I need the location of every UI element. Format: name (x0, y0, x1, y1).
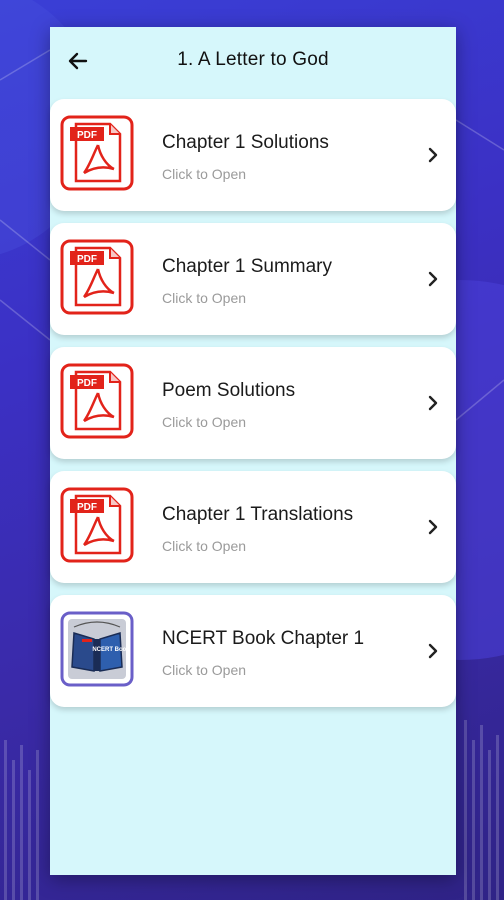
top-app-bar: 1. A Letter to God (50, 27, 456, 95)
pdf-label: PDF (77, 130, 97, 141)
item-title: NCERT Book Chapter 1 (162, 628, 365, 649)
item-title: Chapter 1 Translations (162, 504, 354, 525)
chevron-right-icon (428, 643, 438, 659)
book-label: NCERT Book (92, 647, 130, 653)
item-subtitle: Click to Open (162, 290, 247, 306)
item-subtitle: Click to Open (162, 538, 247, 554)
main-panel: 1. A Letter to God PDF Chapter 1 Solutio… (50, 27, 456, 875)
list-item-chapter-1-translations[interactable]: PDF Chapter 1 Translations Click to Open (50, 471, 456, 583)
item-title: Poem Solutions (162, 380, 296, 401)
pdf-icon: PDF (60, 363, 134, 439)
item-subtitle: Click to Open (162, 662, 247, 678)
item-subtitle: Click to Open (162, 166, 247, 182)
list-item-chapter-1-solutions[interactable]: PDF Chapter 1 Solutions Click to Open (50, 99, 456, 211)
chevron-right-icon (428, 519, 438, 535)
chevron-right-icon (428, 147, 438, 163)
item-title: Chapter 1 Summary (162, 256, 333, 277)
pdf-icon: PDF (60, 487, 134, 563)
item-title: Chapter 1 Solutions (162, 132, 329, 153)
book-icon: NCERT Book (60, 611, 134, 687)
pdf-label: PDF (77, 378, 97, 389)
page-title: 1. A Letter to God (177, 49, 329, 70)
list-item-poem-solutions[interactable]: PDF Poem Solutions Click to Open (50, 347, 456, 459)
pdf-label: PDF (77, 502, 97, 513)
item-subtitle: Click to Open (162, 414, 247, 430)
list-item-ncert-book-chapter-1[interactable]: NCERT Book NCERT Book Chapter 1 Click to… (50, 595, 456, 707)
pdf-label: PDF (77, 254, 97, 265)
pdf-icon: PDF (60, 115, 134, 191)
pdf-icon: PDF (60, 239, 134, 315)
chapter-resource-list: PDF Chapter 1 Solutions Click to Open PD… (50, 99, 456, 719)
chevron-right-icon (428, 271, 438, 287)
list-item-chapter-1-summary[interactable]: PDF Chapter 1 Summary Click to Open (50, 223, 456, 335)
chevron-right-icon (428, 395, 438, 411)
